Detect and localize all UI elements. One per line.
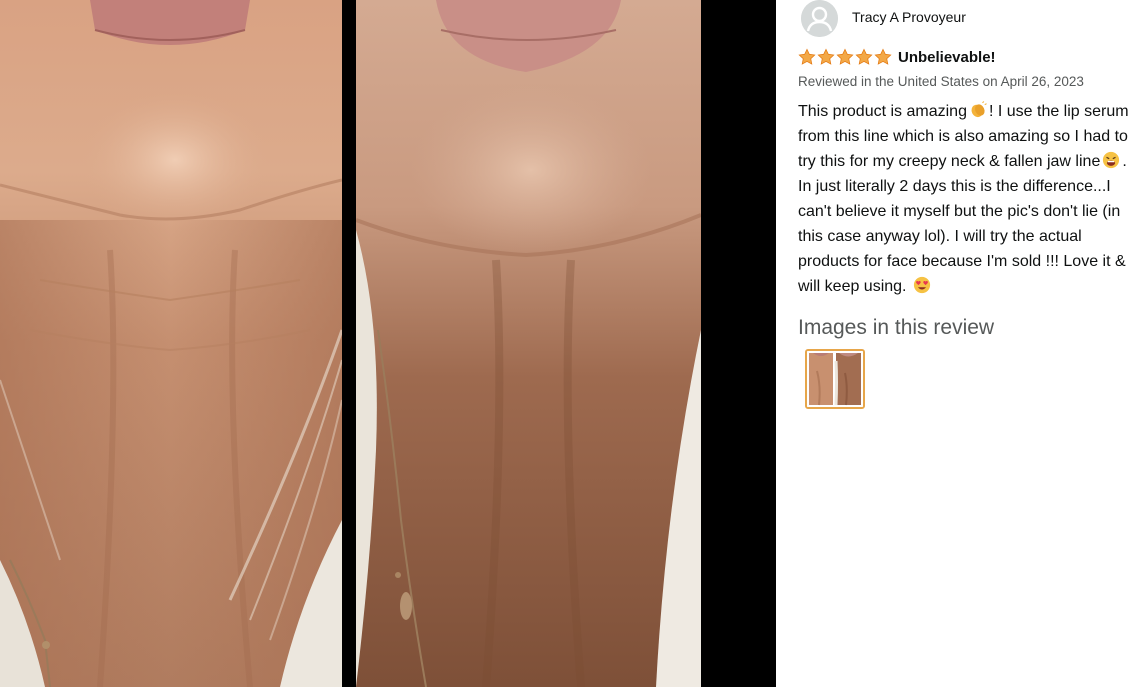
reviewer-name[interactable]: Tracy A Provoyeur — [852, 9, 966, 25]
star-icon — [798, 48, 816, 65]
clapping-hands-emoji-icon — [971, 101, 987, 118]
image-viewer — [0, 0, 776, 687]
star-rating[interactable] — [798, 48, 892, 66]
review-image-thumbnail[interactable] — [805, 349, 865, 409]
star-icon — [836, 48, 854, 65]
neck-before-photo — [0, 0, 342, 687]
review-title[interactable]: Unbelievable! — [898, 49, 996, 66]
review-text: This product is amazing! I use the lip s… — [798, 99, 1140, 299]
star-icon — [874, 48, 892, 65]
review-text-part: . In just literally 2 days this is the d… — [798, 153, 1127, 295]
images-in-review-heading: Images in this review — [798, 316, 995, 339]
review-text-part: This product is amazing — [798, 103, 967, 120]
rating-row: Unbelievable! — [798, 47, 996, 67]
review-date: Reviewed in the United States on April 2… — [798, 74, 1084, 89]
star-icon — [855, 48, 873, 65]
heart-eyes-emoji-icon — [913, 276, 931, 294]
avatar-icon[interactable] — [801, 0, 838, 37]
tired-face-emoji-icon — [1103, 151, 1120, 169]
neck-after-photo — [356, 0, 701, 687]
star-icon — [817, 48, 835, 65]
